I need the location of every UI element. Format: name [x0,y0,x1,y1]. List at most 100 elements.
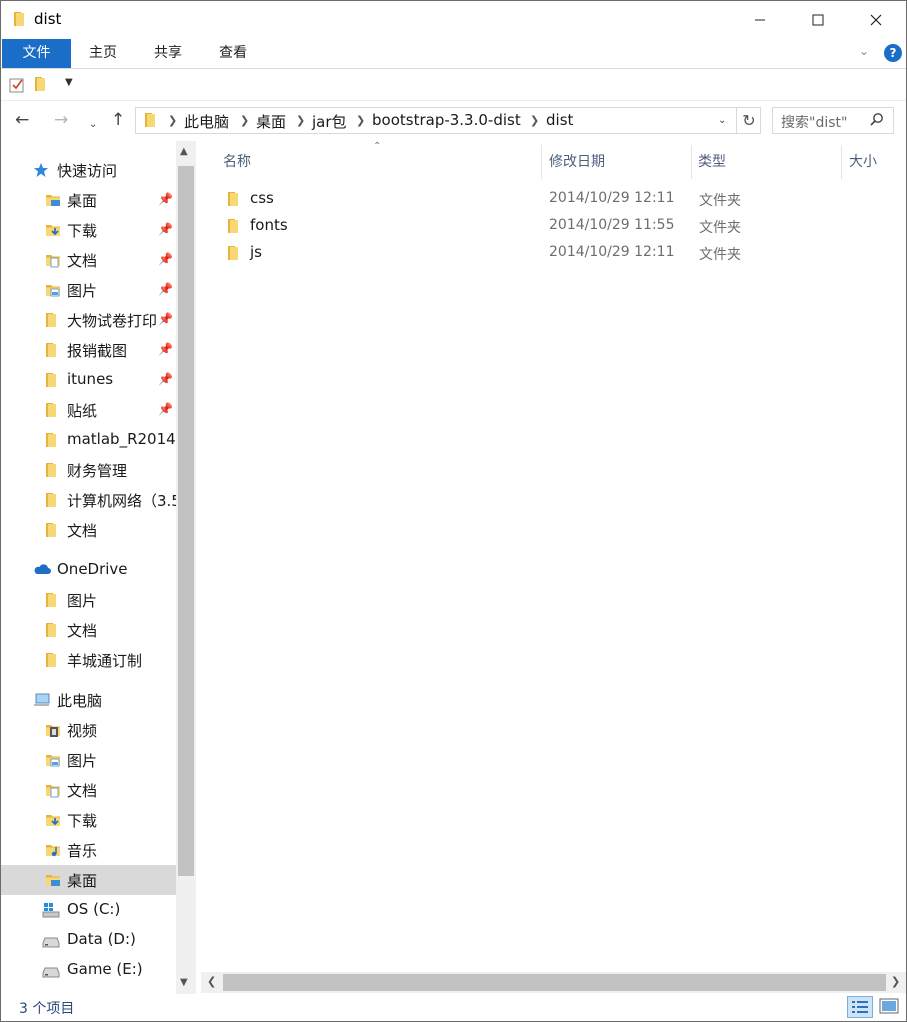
nav-item-folder[interactable]: 财务管理 [1,455,176,485]
address-dropdown-icon[interactable]: ⌄ [718,115,726,126]
nav-item-folder[interactable]: 报销截图 📌 [1,335,176,365]
back-arrow-icon[interactable]: ← [15,110,29,130]
nav-item-documents[interactable]: 文档 📌 [1,245,176,275]
tab-share[interactable]: 共享 [138,39,198,68]
new-folder-icon[interactable] [34,76,46,96]
breadcrumb-jar[interactable]: jar包 [312,111,347,132]
maximize-button[interactable] [789,1,847,38]
pin-icon[interactable]: 📌 [158,222,173,236]
nav-item-folder[interactable]: 文档 [1,515,176,545]
nav-item-videos[interactable]: 视频 [1,715,176,745]
folder-icon [227,218,239,238]
breadcrumb-dist[interactable]: dist [546,111,573,129]
customize-toolbar-icon[interactable]: ▼ [65,77,73,88]
column-divider[interactable] [841,145,842,179]
help-icon[interactable]: ? [884,44,902,62]
nav-label: 财务管理 [67,462,128,480]
nav-scrollbar-thumb[interactable] [178,166,194,876]
breadcrumb-bootstrap[interactable]: bootstrap-3.3.0-dist [372,111,521,129]
file-type: 文件夹 [699,193,741,209]
column-header-name[interactable]: 名称 [223,151,251,171]
breadcrumb-this-pc[interactable]: 此电脑 [184,111,229,132]
forward-arrow-icon[interactable]: → [54,110,68,130]
scroll-right-icon[interactable]: ❯ [891,975,900,988]
nav-quick-access[interactable]: 快速访问 [1,155,176,185]
nav-label: 羊城通订制 [67,652,143,670]
nav-item-music[interactable]: 音乐 [1,835,176,865]
nav-item-drive-e[interactable]: Game (E:) [1,955,176,985]
nav-item-pictures[interactable]: 图片 [1,745,176,775]
file-row[interactable]: css 2014/10/29 12:11 文件夹 [221,185,781,212]
column-divider[interactable] [691,145,692,179]
file-type: 文件夹 [699,247,741,263]
address-bar[interactable]: ❯ 此电脑 ❯ 桌面 ❯ jar包 ❯ bootstrap-3.3.0-dist… [135,107,761,134]
file-row[interactable]: fonts 2014/10/29 11:55 文件夹 [221,212,781,239]
nav-item-folder[interactable]: matlab_R2014b [1,425,185,455]
nav-onedrive[interactable]: OneDrive [1,555,176,585]
nav-item-downloads[interactable]: 下载 [1,805,176,835]
chevron-right-icon[interactable]: ❯ [530,114,539,127]
nav-scrollbar[interactable]: ▲ ▼ [176,141,196,994]
column-header-type[interactable]: 类型 [698,151,726,171]
nav-label: Game (E:) [67,960,143,978]
close-icon [870,14,882,25]
pin-icon[interactable]: 📌 [158,312,173,326]
scroll-left-icon[interactable]: ❮ [207,975,216,988]
pin-icon[interactable]: 📌 [158,372,173,386]
explorer-window: dist 文件 主页 共享 查看 ⌄ ? ▼ ← → ⌄ ↑ ❯ 此电脑 ❯ 桌… [0,0,907,1022]
chevron-right-icon[interactable]: ❯ [296,114,305,127]
recent-locations-icon[interactable]: ⌄ [89,115,97,135]
horizontal-scrollbar[interactable]: ❮ ❯ [201,972,906,993]
nav-label: 文档 [67,522,98,540]
nav-item-downloads[interactable]: 下载 📌 [1,215,176,245]
nav-item-drive-d[interactable]: Data (D:) [1,925,176,955]
nav-item-folder[interactable]: 羊城通订制 [1,645,176,675]
folder-icon [227,191,239,211]
properties-icon[interactable] [9,77,25,97]
documents-folder-icon [45,782,61,802]
folder-icon [45,462,57,482]
up-arrow-icon[interactable]: ↑ [111,110,125,130]
large-icons-view-button[interactable] [877,996,901,1018]
close-button[interactable] [847,1,905,38]
chevron-right-icon[interactable]: ❯ [356,114,365,127]
details-view-button[interactable] [847,996,873,1018]
column-header-date[interactable]: 修改日期 [549,151,605,171]
nav-item-drive-c[interactable]: OS (C:) [1,895,176,925]
nav-label: 计算机网络（3.5 [67,492,181,510]
expand-ribbon-icon[interactable]: ⌄ [859,44,869,58]
chevron-right-icon[interactable]: ❯ [168,114,177,127]
pin-icon[interactable]: 📌 [158,342,173,356]
pin-icon[interactable]: 📌 [158,252,173,266]
nav-item-folder[interactable]: 计算机网络（3.5 [1,485,181,515]
nav-item-folder[interactable]: 图片 [1,585,176,615]
horizontal-scrollbar-thumb[interactable] [223,974,886,991]
nav-item-desktop[interactable]: 桌面 📌 [1,185,176,215]
column-header-size[interactable]: 大小 [849,151,877,171]
breadcrumb-desktop[interactable]: 桌面 [256,111,286,132]
tab-home[interactable]: 主页 [73,39,133,68]
title-bar[interactable]: dist [1,1,906,38]
nav-item-folder[interactable]: 文档 [1,615,176,645]
nav-item-folder[interactable]: itunes 📌 [1,365,176,395]
folder-icon [45,312,57,332]
minimize-button[interactable] [731,1,789,38]
search-box[interactable]: 搜索"dist" [772,107,894,134]
nav-item-folder[interactable]: 大物试卷打印 📌 [1,305,176,335]
chevron-right-icon[interactable]: ❯ [240,114,249,127]
scroll-down-icon[interactable]: ▼ [180,977,188,988]
column-divider[interactable] [541,145,542,179]
pin-icon[interactable]: 📌 [158,282,173,296]
scroll-up-icon[interactable]: ▲ [180,146,188,157]
tab-file[interactable]: 文件 [2,39,71,68]
tab-view[interactable]: 查看 [203,39,263,68]
refresh-icon[interactable]: ↻ [736,108,761,133]
nav-item-desktop[interactable]: 桌面 [1,865,176,895]
nav-item-folder[interactable]: 贴纸 📌 [1,395,176,425]
file-row[interactable]: js 2014/10/29 12:11 文件夹 [221,239,781,266]
pin-icon[interactable]: 📌 [158,402,173,416]
nav-item-pictures[interactable]: 图片 📌 [1,275,176,305]
pin-icon[interactable]: 📌 [158,192,173,206]
nav-this-pc[interactable]: 此电脑 [1,685,176,715]
nav-item-documents[interactable]: 文档 [1,775,176,805]
